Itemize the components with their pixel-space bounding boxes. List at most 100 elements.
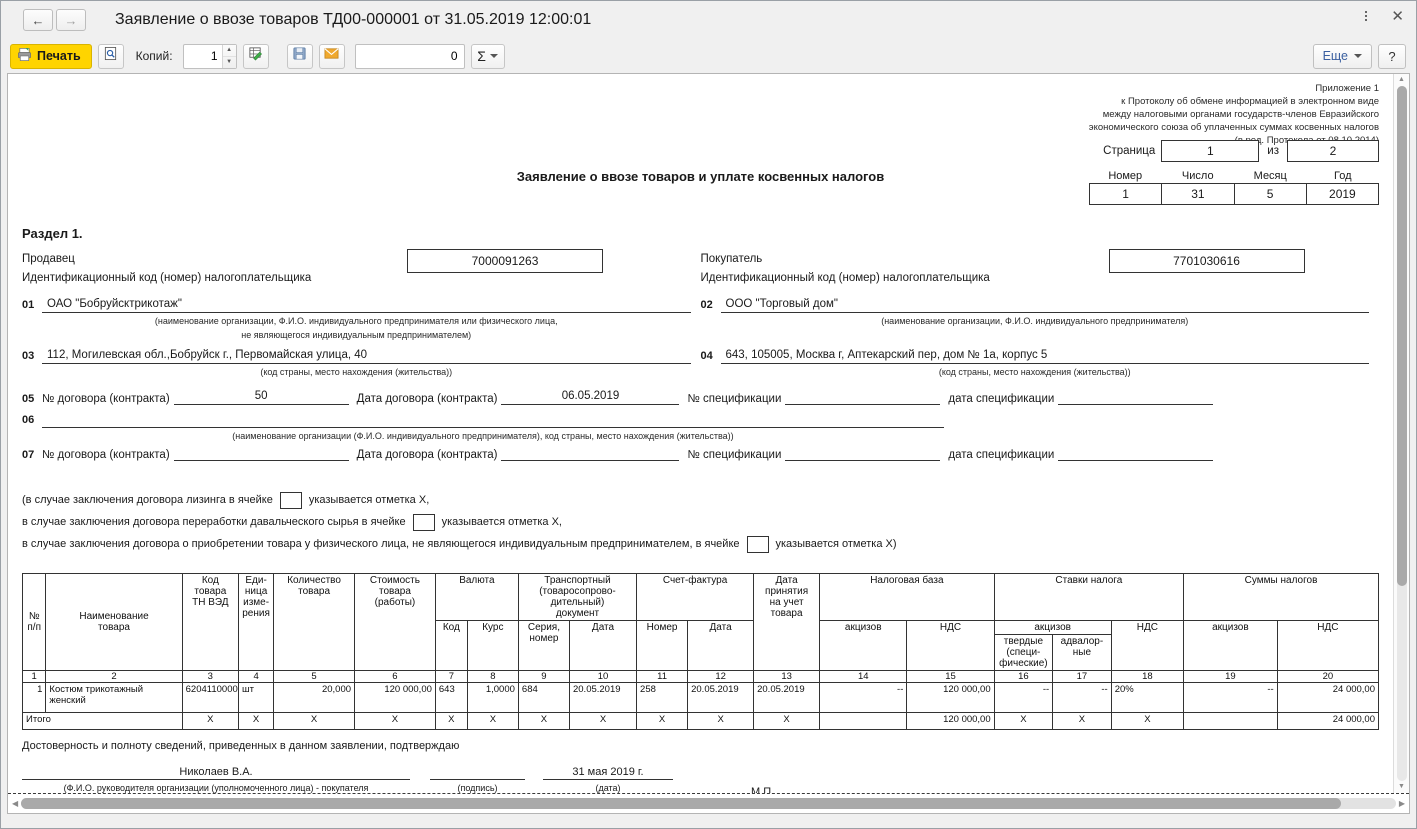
horizontal-scrollbar[interactable]: ◀ ▶ <box>12 798 1405 809</box>
colnum-8: 8 <box>466 670 519 683</box>
page-counter-block: Страница 1 из 2 Номер Число Месяц Год 1 … <box>1089 140 1379 205</box>
signer-name: Николаев В.А. <box>22 766 410 780</box>
more-menu-icon[interactable] <box>1359 7 1373 25</box>
scroll-up-icon[interactable]: ▲ <box>1398 76 1405 84</box>
section-title: Раздел 1. <box>22 226 83 241</box>
th-cost: Стоимость товара (работы) <box>354 573 436 671</box>
help-button[interactable]: ? <box>1378 43 1406 69</box>
total-base-nds: 120 000,00 <box>906 712 995 730</box>
confirmation-statement: Достоверность и полноту сведений, привед… <box>22 740 460 752</box>
scroll-left-icon[interactable]: ◀ <box>12 799 18 808</box>
save-button[interactable] <box>286 43 313 69</box>
buyer-address-line: 04 643, 105005, Москва г, Аптекарский пе… <box>701 349 1380 364</box>
document-page: Приложение 1 к Протоколу об обмене инфор… <box>8 74 1393 793</box>
total-currency-code: X <box>434 712 468 730</box>
goods-table: № п/п Наименование товара Код товара ТН … <box>21 573 1380 730</box>
buyer-name-value: ООО "Торговый дом" <box>720 298 1369 313</box>
colnum-12: 12 <box>687 670 755 683</box>
forward-button[interactable]: → <box>56 9 86 31</box>
contract-05-label: № договора (контракта) <box>42 393 170 405</box>
seller-name-value: ОАО "Бобруйсктрикотаж" <box>42 298 691 313</box>
sum-function-button[interactable]: Σ <box>470 43 505 69</box>
contract-07-number: 07 <box>22 449 35 461</box>
edit-table-button[interactable] <box>242 43 269 69</box>
contract-05-spec-date-value <box>1058 390 1214 405</box>
note-3-post: указывается отметка X) <box>775 538 897 550</box>
back-button[interactable]: ← <box>23 9 53 31</box>
envelope-icon <box>324 47 339 65</box>
buyer-address-caption: (код страны, место нахождения (жительств… <box>938 367 1131 377</box>
th-rate-excise: акцизов <box>993 620 1112 635</box>
th-transport-series: Серия, номер <box>517 620 570 671</box>
th-rate-solid: твердые (специ- фические) <box>993 634 1054 671</box>
contract-05-spec-value <box>785 390 941 405</box>
th-invoice-number: Номер <box>636 620 689 671</box>
copies-arrows[interactable]: ▲ ▼ <box>221 44 236 68</box>
spinner-up-icon[interactable]: ▲ <box>222 45 236 57</box>
contract-05-value: 50 <box>173 390 349 405</box>
vertical-scroll-track[interactable] <box>1396 86 1407 781</box>
spinner-down-icon[interactable]: ▼ <box>223 57 236 68</box>
cell-rate-solid: -- <box>993 682 1054 713</box>
cell-invoice-number: 258 <box>636 682 689 713</box>
leasing-checkbox[interactable] <box>279 491 302 509</box>
sum-field[interactable]: 0 <box>354 43 465 69</box>
seller-line-number: 01 <box>22 299 35 311</box>
th-currency: Валюта <box>434 573 519 621</box>
colnum-4: 4 <box>238 670 275 683</box>
floppy-save-icon <box>292 46 307 66</box>
scroll-down-icon[interactable]: ▼ <box>1398 783 1405 791</box>
more-button[interactable]: Еще <box>1312 43 1372 69</box>
th-tax-sums: Суммы налогов <box>1183 573 1379 621</box>
seller-address-line: 03 112, Могилевская обл.,Бобруйск г., Пе… <box>22 349 701 364</box>
line-06-number: 06 <box>22 414 35 426</box>
colnum-19: 19 <box>1183 670 1278 683</box>
copies-stepper[interactable]: ▲ ▼ <box>182 43 237 69</box>
close-icon[interactable]: ✕ <box>1389 9 1406 24</box>
colnum-14: 14 <box>819 670 908 683</box>
print-form-window: ← → Заявление о ввозе товаров ТД00-00000… <box>0 0 1417 829</box>
colnum-1: 1 <box>21 670 47 683</box>
contract-05-date-value: 06.05.2019 <box>501 390 680 405</box>
date-headers: Номер Число Месяц Год <box>1089 170 1379 182</box>
date-header-day: Число <box>1181 170 1214 182</box>
table-header-row-1: № п/п Наименование товара Код товара ТН … <box>21 573 1379 671</box>
th-currency-code: Код <box>434 620 468 671</box>
signature-date-caption: (дата) <box>595 783 621 793</box>
note-1-pre: (в случае заключения договора лизинга в … <box>22 494 273 506</box>
individual-purchase-checkbox[interactable] <box>746 535 769 553</box>
tolling-checkbox[interactable] <box>412 513 435 531</box>
copies-input[interactable] <box>183 44 222 68</box>
colnum-2: 2 <box>45 670 183 683</box>
table-column-numbers-row: 1 2 3 4 5 6 7 8 9 10 11 12 13 14 15 16 1… <box>21 670 1380 683</box>
vertical-scroll-thumb[interactable] <box>1396 86 1407 587</box>
horizontal-scroll-track[interactable] <box>21 798 1396 809</box>
cell-rate-advalorem: -- <box>1052 682 1112 713</box>
th-base-nds: НДС <box>906 620 995 671</box>
cell-accept-date: 20.05.2019 <box>753 682 821 713</box>
page-total-cell: 2 <box>1287 140 1379 162</box>
cell-rate-nds: 20% <box>1110 682 1185 713</box>
date-header-month: Месяц <box>1253 170 1287 182</box>
names-row: 01 ОАО "Бобруйсктрикотаж" 02 ООО "Торгов… <box>22 298 1379 341</box>
help-icon: ? <box>1388 48 1396 64</box>
cell-transport-series: 684 <box>517 682 570 713</box>
horizontal-scroll-thumb[interactable] <box>21 798 1341 809</box>
print-button[interactable]: Печать <box>10 43 92 69</box>
email-button[interactable] <box>318 43 345 69</box>
th-invoice-date: Дата <box>687 620 755 671</box>
table-row[interactable]: 1 Костюм трикотажный женский 6204110000 … <box>21 682 1380 713</box>
sigma-icon: Σ <box>477 48 486 64</box>
seller-address-caption: (код страны, место нахождения (жительств… <box>260 367 453 377</box>
back-arrow-icon: ← <box>31 12 45 28</box>
contract-07-spec-date-value <box>1058 446 1214 461</box>
buyer-address-number: 04 <box>700 350 713 362</box>
total-transport-series: X <box>517 712 570 730</box>
total-transport-date: X <box>568 712 638 730</box>
vertical-scrollbar[interactable]: ▲ ▼ <box>1393 74 1409 793</box>
print-preview-button[interactable] <box>97 43 124 69</box>
scroll-right-icon[interactable]: ▶ <box>1399 799 1405 808</box>
status-bar <box>1 818 1416 828</box>
th-unit: Еди- ница изме- рения <box>238 573 275 671</box>
total-rate-solid: X <box>993 712 1054 730</box>
